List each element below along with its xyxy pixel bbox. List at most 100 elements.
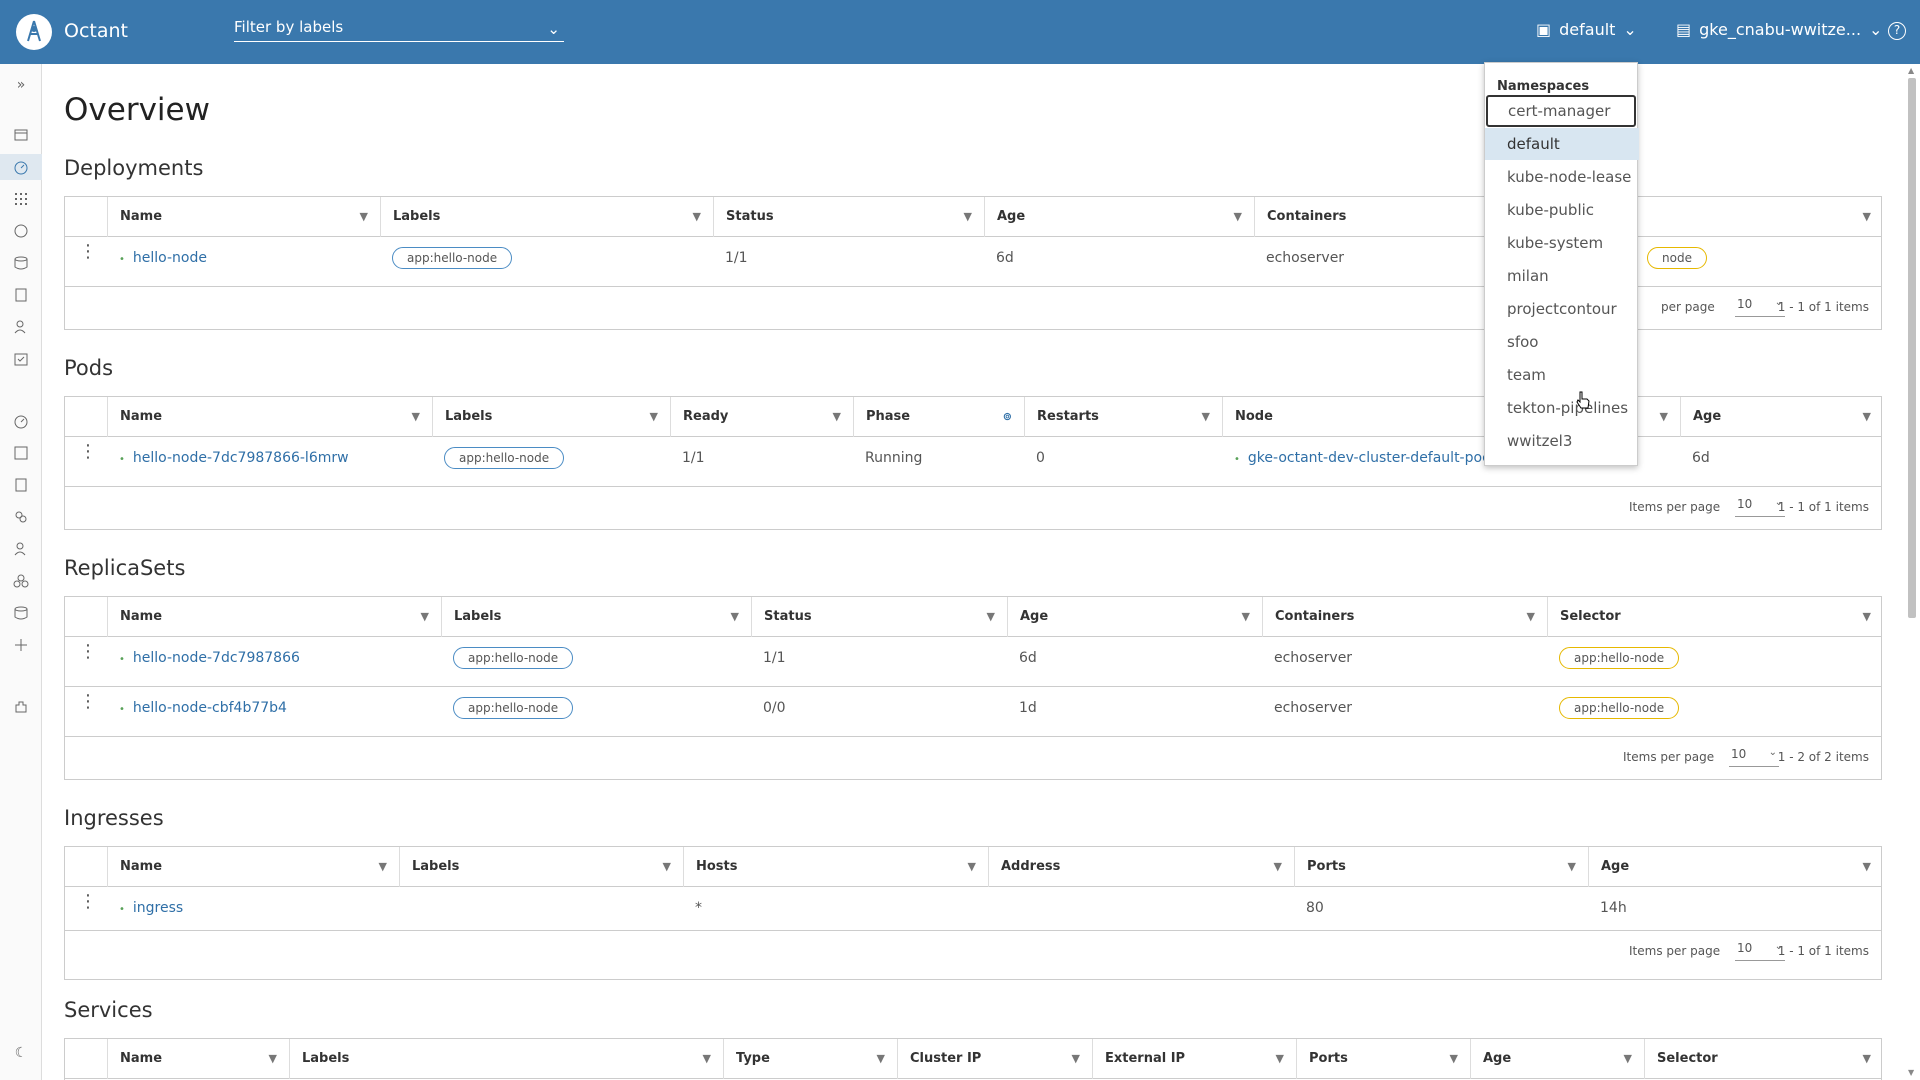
row-actions-icon[interactable]: ⋮	[79, 693, 97, 711]
filter-icon[interactable]: ▼	[1274, 847, 1282, 887]
filter-icon[interactable]: ▼	[1242, 597, 1250, 637]
discovery-icon[interactable]	[8, 218, 34, 244]
column-header-ports[interactable]: Ports ▼	[1294, 847, 1588, 887]
column-header-labels[interactable]: Labels ▼	[432, 397, 670, 437]
help-icon[interactable]: ?	[1888, 22, 1906, 40]
column-header-labels[interactable]: Labels ▼	[399, 847, 683, 887]
persistent-volumes-icon[interactable]	[8, 600, 34, 626]
selector-chip[interactable]: app:hello-node	[1559, 697, 1680, 719]
label-chip[interactable]: app:hello-node	[453, 647, 574, 669]
cluster-overview-icon[interactable]	[8, 408, 34, 434]
namespace-option-kube-public[interactable]: kube-public	[1485, 194, 1639, 226]
label-chip[interactable]: app:hello-node	[453, 697, 574, 719]
overview-icon[interactable]	[0, 154, 42, 180]
column-header-age[interactable]: Age ▼	[1680, 397, 1883, 437]
plugins-icon[interactable]	[8, 694, 34, 720]
column-header-selector[interactable]: Selector ▼	[1547, 597, 1883, 637]
label-filter-select[interactable]: Filter by labels ⌄	[234, 18, 564, 42]
column-header-restarts[interactable]: Restarts ▼	[1024, 397, 1222, 437]
column-header-age[interactable]: Age ▼	[1588, 847, 1883, 887]
filter-icon[interactable]: ▼	[1863, 197, 1871, 237]
filter-icon[interactable]: ▼	[1234, 197, 1242, 237]
column-header-name[interactable]: Name ▼	[107, 197, 380, 237]
filter-icon[interactable]: ▼	[1660, 397, 1668, 437]
namespace-option-default[interactable]: default	[1485, 128, 1639, 160]
filter-icon[interactable]: ▼	[1202, 397, 1210, 437]
filter-icon[interactable]: ▼	[833, 397, 841, 437]
filter-icon[interactable]: ▼	[663, 847, 671, 887]
column-header-cluster-ip[interactable]: Cluster IP ▼	[897, 1039, 1092, 1079]
nodes-icon[interactable]	[8, 568, 34, 594]
filter-icon[interactable]: ▼	[650, 397, 658, 437]
row-actions-icon[interactable]: ⋮	[79, 893, 97, 911]
column-header-labels[interactable]: Labels ▼	[441, 597, 751, 637]
vertical-scrollbar[interactable]: ▲ ▼	[1904, 64, 1920, 1080]
node-link[interactable]: gke-octant-dev-cluster-default-poc	[1222, 437, 1490, 487]
items-per-page-select[interactable]: 10 ⌄	[1729, 747, 1779, 767]
expand-sidebar-icon[interactable]: »	[8, 72, 34, 98]
label-chip[interactable]: app:hello-node	[444, 447, 565, 469]
namespace-selector[interactable]: ▣ default ⌄	[1536, 20, 1637, 39]
filter-icon[interactable]: ▼	[1527, 597, 1535, 637]
filter-icon[interactable]: ▼	[877, 1039, 885, 1079]
filter-icon[interactable]: ▼	[731, 597, 739, 637]
column-header-external-ip[interactable]: External IP ▼	[1092, 1039, 1296, 1079]
crds-icon[interactable]	[8, 504, 34, 530]
filter-icon[interactable]: ▼	[968, 847, 976, 887]
port-forwards-icon[interactable]	[8, 632, 34, 658]
column-header-name[interactable]: Name ▼	[107, 597, 441, 637]
replicaset-name-link[interactable]: hello-node-7dc7987866	[107, 637, 300, 687]
column-header-name[interactable]: Name ▼	[107, 1039, 289, 1079]
row-actions-icon[interactable]: ⋮	[79, 443, 97, 461]
namespace-option-wwitzel3[interactable]: wwitzel3	[1485, 425, 1639, 457]
column-header-name[interactable]: Name ▼	[107, 397, 432, 437]
filter-icon[interactable]: ▼	[360, 197, 368, 237]
namespace-option-sfoo[interactable]: sfoo	[1485, 326, 1639, 358]
config-icon[interactable]	[8, 282, 34, 308]
column-header-address[interactable]: Address ▼	[988, 847, 1294, 887]
filter-icon[interactable]: ▼	[1863, 597, 1871, 637]
ingress-name-link[interactable]: ingress	[107, 887, 183, 937]
filter-icon[interactable]: ▼	[412, 397, 420, 437]
column-header-hosts[interactable]: Hosts ▼	[683, 847, 988, 887]
filter-icon[interactable]: ▼	[693, 197, 701, 237]
namespace-option-kube-system[interactable]: kube-system	[1485, 227, 1639, 259]
filter-icon[interactable]: ▼	[1072, 1039, 1080, 1079]
column-header-age[interactable]: Age ▼	[1007, 597, 1262, 637]
namespace-option-cert-manager[interactable]: cert-manager	[1486, 95, 1636, 127]
column-header-name[interactable]: Name ▼	[107, 847, 399, 887]
filter-icon[interactable]: ▼	[379, 847, 387, 887]
filter-icon[interactable]: ▼	[1450, 1039, 1458, 1079]
filter-icon[interactable]: ▼	[269, 1039, 277, 1079]
namespaces-icon[interactable]	[8, 440, 34, 466]
dark-mode-icon[interactable]: ☾	[8, 1040, 34, 1066]
column-header-containers[interactable]: Containers ▼	[1262, 597, 1547, 637]
label-chip[interactable]: app:hello-node	[392, 247, 513, 269]
custom-resources-icon[interactable]	[8, 346, 34, 372]
deployment-name-link[interactable]: hello-node	[107, 237, 207, 287]
cluster-docs-icon[interactable]	[8, 472, 34, 498]
filter-icon[interactable]: ▼	[987, 597, 995, 637]
cluster-rbac-icon[interactable]	[8, 536, 34, 562]
column-header-phase[interactable]: Phase ⊚	[853, 397, 1024, 437]
namespace-option-milan[interactable]: milan	[1485, 260, 1639, 292]
namespace-option-team[interactable]: team	[1485, 359, 1639, 391]
column-header-status[interactable]: Status ▼	[713, 197, 984, 237]
column-header-labels[interactable]: Labels ▼	[380, 197, 713, 237]
filter-icon[interactable]: ▼	[1863, 397, 1871, 437]
selector-chip[interactable]: node	[1647, 247, 1707, 269]
filter-icon[interactable]: ▼	[1568, 847, 1576, 887]
octant-logo[interactable]	[16, 14, 52, 50]
column-header-age[interactable]: Age ▼	[984, 197, 1254, 237]
workloads-icon[interactable]	[8, 186, 34, 212]
scroll-up-icon[interactable]: ▲	[1908, 66, 1914, 75]
scrollbar-thumb[interactable]	[1908, 78, 1916, 618]
column-header-status[interactable]: Status ▼	[751, 597, 1007, 637]
row-actions-icon[interactable]: ⋮	[79, 243, 97, 261]
column-header-type[interactable]: Type ▼	[723, 1039, 897, 1079]
column-header-selector[interactable]: Selector ▼	[1644, 1039, 1883, 1079]
column-header-ports[interactable]: Ports ▼	[1296, 1039, 1470, 1079]
scroll-down-icon[interactable]: ▼	[1908, 1068, 1914, 1077]
active-filter-icon[interactable]: ⊚	[1003, 397, 1012, 437]
filter-icon[interactable]: ▼	[1863, 1039, 1871, 1079]
